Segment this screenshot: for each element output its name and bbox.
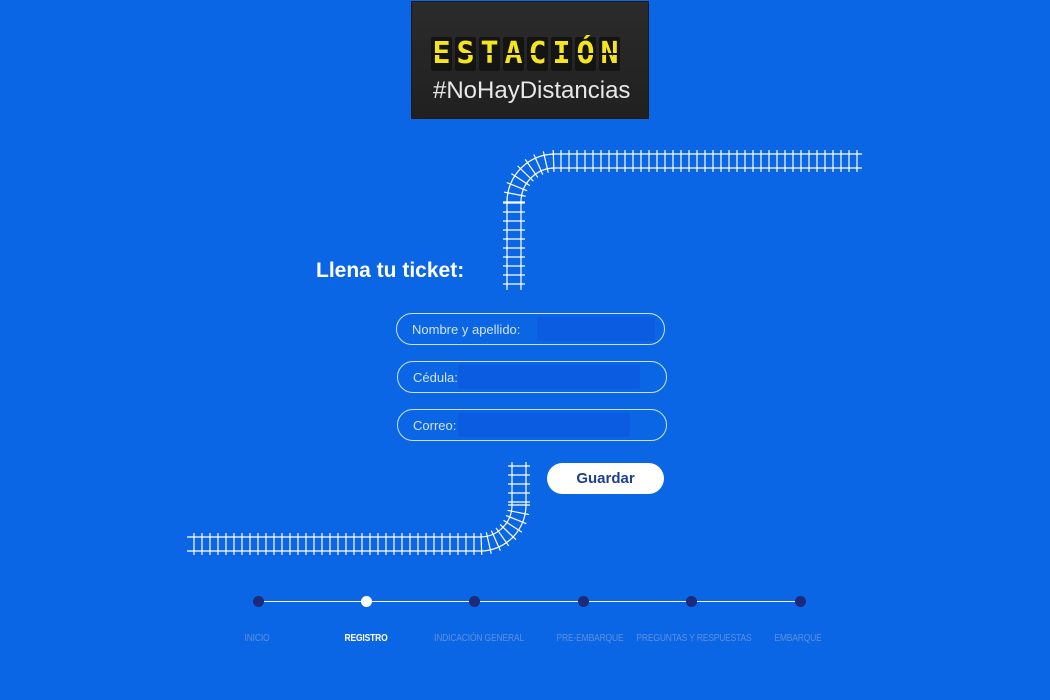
name-field-label: Nombre y apellido: [412,322,521,337]
name-field-input-area[interactable] [537,317,655,341]
step-label-registro[interactable]: REGISTRO [344,633,387,644]
step-dot-pre-embarque[interactable] [578,596,589,607]
step-label-pre-embarque[interactable]: PRE-EMBARQUE [557,633,624,644]
step-dot-indicacion-general[interactable] [469,596,480,607]
id-field[interactable]: Cédula: [397,361,667,393]
step-dot-embarque[interactable] [795,596,806,607]
save-button[interactable]: Guardar [547,463,664,494]
railway-track-top [503,150,862,290]
email-field[interactable]: Correo: [397,409,667,441]
step-dot-preguntas-respuestas[interactable] [686,596,697,607]
email-field-label: Correo: [413,418,457,433]
id-field-label: Cédula: [413,370,458,385]
progress-line [258,601,801,602]
step-label-embarque[interactable]: EMBARQUE [774,633,821,644]
step-label-inicio[interactable]: INICIO [245,633,270,644]
email-field-input-area[interactable] [458,413,630,437]
step-dot-inicio[interactable] [253,596,264,607]
railway-track-bottom [187,462,530,555]
step-dot-registro[interactable] [361,596,372,607]
step-label-preguntas-respuestas[interactable]: PREGUNTAS Y RESPUESTAS [636,633,751,644]
railway-track-graphic [187,150,862,555]
id-field-input-area[interactable] [458,365,640,389]
form-title: Llena tu ticket: [316,259,465,282]
name-field[interactable]: Nombre y apellido: [396,313,665,345]
step-label-indicacion-general[interactable]: INDICACIÓN GENERAL [434,633,524,644]
